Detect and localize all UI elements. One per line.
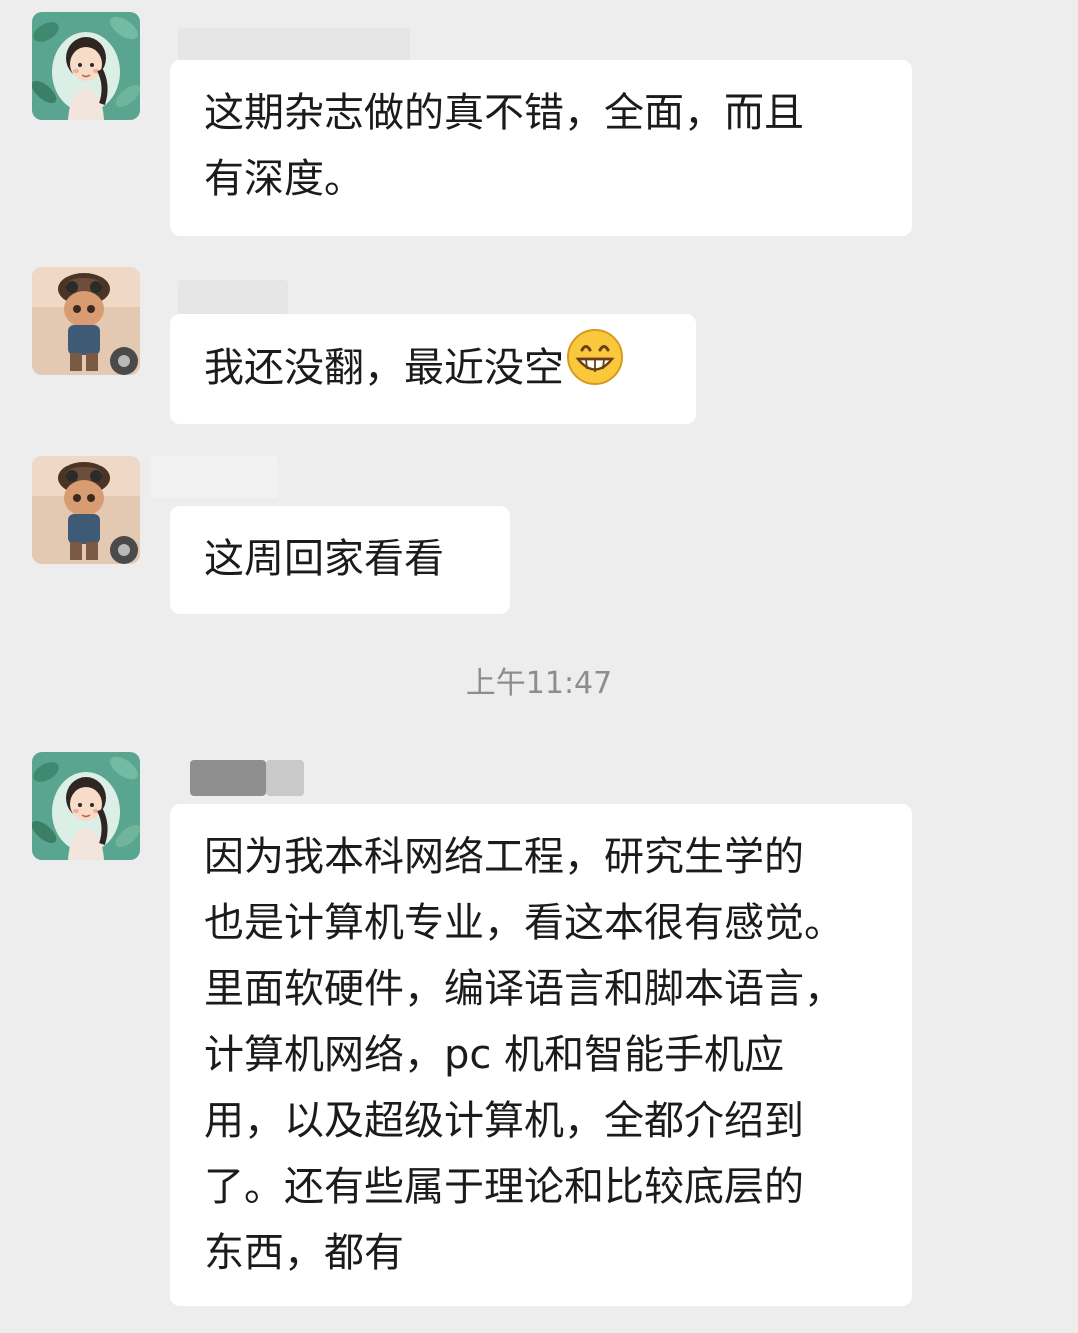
message-bubble[interactable]: 这周回家看看 [170,506,510,614]
message-text-line: 因为我本科网络工程，研究生学的 [204,834,804,880]
message-text-line: 了。还有些属于理论和比较底层的 [204,1164,804,1210]
message-text-line: 计算机网络，pc 机和智能手机应 [204,1032,785,1078]
message-bubble[interactable]: 因为我本科网络工程，研究生学的 也是计算机专业，看这本很有感觉。 里面软硬件，编… [170,804,912,1306]
message-text-line: 有深度。 [204,156,364,202]
message-text-line: 里面软硬件，编译语言和脚本语言， [204,966,844,1012]
sender-name-redacted [178,280,288,316]
message-text-line: 也是计算机专业，看这本很有感觉。 [204,900,844,946]
grinning-face-icon [566,328,624,406]
doll-avatar[interactable] [32,456,140,564]
message-text-line: 我还没翻，最近没空 [204,345,564,391]
sender-name-redacted [190,760,266,796]
message-text-line: 这周回家看看 [204,536,444,582]
message-timestamp: 上午11:47 [465,666,613,701]
message-text-line: 这期杂志做的真不错，全面，而且 [204,90,804,136]
girl-avatar[interactable] [32,752,140,860]
message-bubble[interactable]: 这期杂志做的真不错，全面，而且 有深度。 [170,60,912,236]
sender-name-redacted [178,28,410,64]
doll-avatar[interactable] [32,267,140,375]
sender-name-redacted [266,760,304,796]
message-text-line: 用，以及超级计算机，全都介绍到 [204,1098,804,1144]
message-bubble[interactable]: 我还没翻，最近没空 [170,314,696,424]
sender-name-redacted [150,456,278,498]
message-text-line: 东西，都有 [204,1230,404,1276]
girl-avatar[interactable] [32,12,140,120]
